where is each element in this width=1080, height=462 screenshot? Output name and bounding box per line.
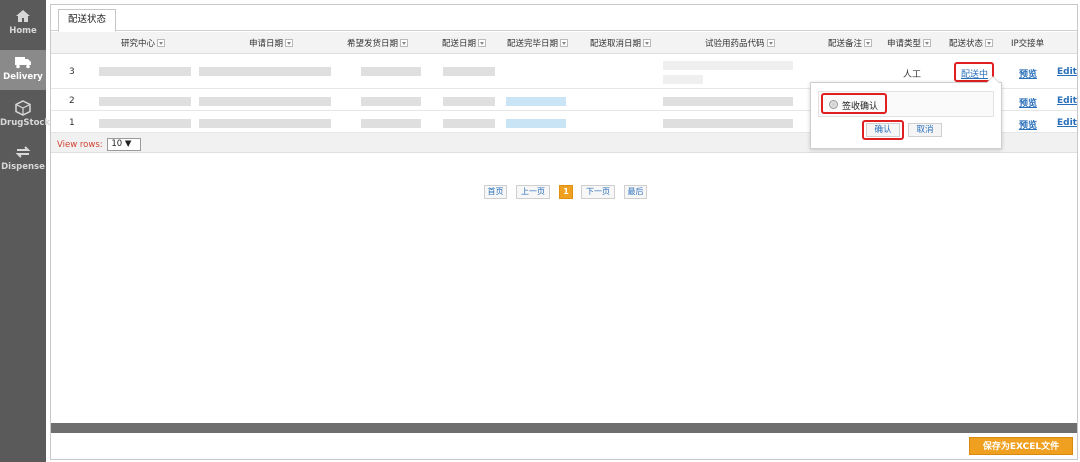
filter-icon[interactable] <box>864 39 873 47</box>
popup-arrow <box>986 76 1000 83</box>
main-panel: 配送状态 研究中心 申请日期 希望发货日期 配送日期 配送完毕日期 配送取消日期… <box>50 4 1078 460</box>
filter-icon[interactable] <box>400 39 409 47</box>
filter-icon[interactable] <box>478 39 487 47</box>
page-current[interactable]: 1 <box>559 185 573 199</box>
filter-icon[interactable] <box>157 39 166 47</box>
tab-bar: 配送状态 <box>51 5 1077 32</box>
redacted-cell <box>443 67 495 76</box>
horizontal-scrollbar[interactable] <box>51 423 1077 433</box>
col-center[interactable]: 研究中心 <box>121 37 166 49</box>
sidebar-item-dispense[interactable]: Dispense <box>0 144 46 182</box>
sidebar-item-label: DrugStock <box>0 118 51 128</box>
page-first-button[interactable]: 首页 <box>484 185 507 199</box>
page-next-button[interactable]: 下一页 <box>581 185 615 199</box>
redacted-cell <box>663 97 793 106</box>
preview-link[interactable]: 预览 <box>1019 67 1037 80</box>
redacted-cell <box>443 119 495 128</box>
sidebar-item-drugstock[interactable]: DrugStock <box>0 100 51 138</box>
sidebar-item-label: Delivery <box>3 72 43 82</box>
cancel-button[interactable]: 取消 <box>908 123 942 137</box>
col-ip: IP交接单 <box>1011 39 1045 49</box>
col-hope-date[interactable]: 希望发货日期 <box>347 37 409 49</box>
redacted-cell <box>361 97 421 106</box>
filter-icon[interactable] <box>766 39 775 47</box>
redacted-cell <box>99 67 191 76</box>
sidebar-item-label: Dispense <box>1 162 45 172</box>
col-done-date[interactable]: 配送完毕日期 <box>507 37 569 49</box>
redacted-cell <box>199 67 331 76</box>
redacted-cell <box>443 97 495 106</box>
redacted-cell <box>663 61 793 70</box>
bottom-bar: 保存为EXCEL文件 <box>51 433 1077 459</box>
truck-icon <box>15 57 31 69</box>
view-rows-select[interactable]: 10 ▼ <box>107 138 142 151</box>
status-popup: 签收确认 确认 取消 <box>810 76 1002 149</box>
sidebar: Home Delivery DrugStock Dispense <box>0 0 51 462</box>
redacted-cell <box>99 119 191 128</box>
col-cancel-date[interactable]: 配送取消日期 <box>590 37 652 49</box>
preview-link[interactable]: 预览 <box>1019 118 1037 131</box>
col-drug-code[interactable]: 试验用药品代码 <box>705 37 775 49</box>
box-icon <box>15 100 31 116</box>
col-apply-type[interactable]: 申请类型 <box>887 37 932 49</box>
redacted-cell <box>361 67 421 76</box>
col-ship-date[interactable]: 配送日期 <box>442 37 487 49</box>
sidebar-item-delivery[interactable]: Delivery <box>0 50 46 90</box>
view-rows: View rows: 10 ▼ <box>57 138 142 151</box>
col-status[interactable]: 配送状态 <box>949 37 994 49</box>
page-prev-button[interactable]: 上一页 <box>516 185 550 199</box>
filter-icon[interactable] <box>923 39 932 47</box>
table-header: 研究中心 申请日期 希望发货日期 配送日期 配送完毕日期 配送取消日期 试验用药… <box>51 32 1077 54</box>
redacted-cell <box>506 119 566 128</box>
popup-option-row: 签收确认 <box>818 91 994 117</box>
row-number: 3 <box>69 67 75 77</box>
filter-icon[interactable] <box>985 39 994 47</box>
tab-delivery-status[interactable]: 配送状态 <box>58 9 116 32</box>
highlight-box <box>821 93 887 114</box>
row-number: 2 <box>69 96 75 106</box>
row-number: 1 <box>69 118 75 128</box>
filter-icon[interactable] <box>285 39 294 47</box>
edit-link[interactable]: Edit <box>1057 96 1077 106</box>
export-excel-button[interactable]: 保存为EXCEL文件 <box>969 437 1073 455</box>
view-rows-label: View rows: <box>57 140 103 150</box>
highlight-box <box>862 120 904 140</box>
swap-icon <box>15 146 31 158</box>
preview-link[interactable]: 预览 <box>1019 96 1037 109</box>
sidebar-item-label: Home <box>9 26 37 36</box>
apply-type-cell: 人工 <box>903 70 922 80</box>
redacted-cell <box>199 97 331 106</box>
pagination: 首页 上一页 1 下一页 最后 <box>484 185 654 199</box>
redacted-cell <box>506 97 566 106</box>
col-apply-date[interactable]: 申请日期 <box>249 37 294 49</box>
sidebar-item-home[interactable]: Home <box>0 8 46 46</box>
redacted-cell <box>99 97 191 106</box>
home-icon <box>16 10 30 22</box>
filter-icon[interactable] <box>643 39 652 47</box>
col-remark[interactable]: 配送备注 <box>828 37 873 49</box>
edit-link[interactable]: Edit <box>1057 118 1077 128</box>
edit-link[interactable]: Edit <box>1057 67 1077 77</box>
redacted-cell <box>663 119 793 128</box>
page-last-button[interactable]: 最后 <box>624 185 647 199</box>
redacted-cell <box>199 119 331 128</box>
filter-icon[interactable] <box>560 39 569 47</box>
redacted-cell <box>663 75 703 84</box>
redacted-cell <box>361 119 421 128</box>
